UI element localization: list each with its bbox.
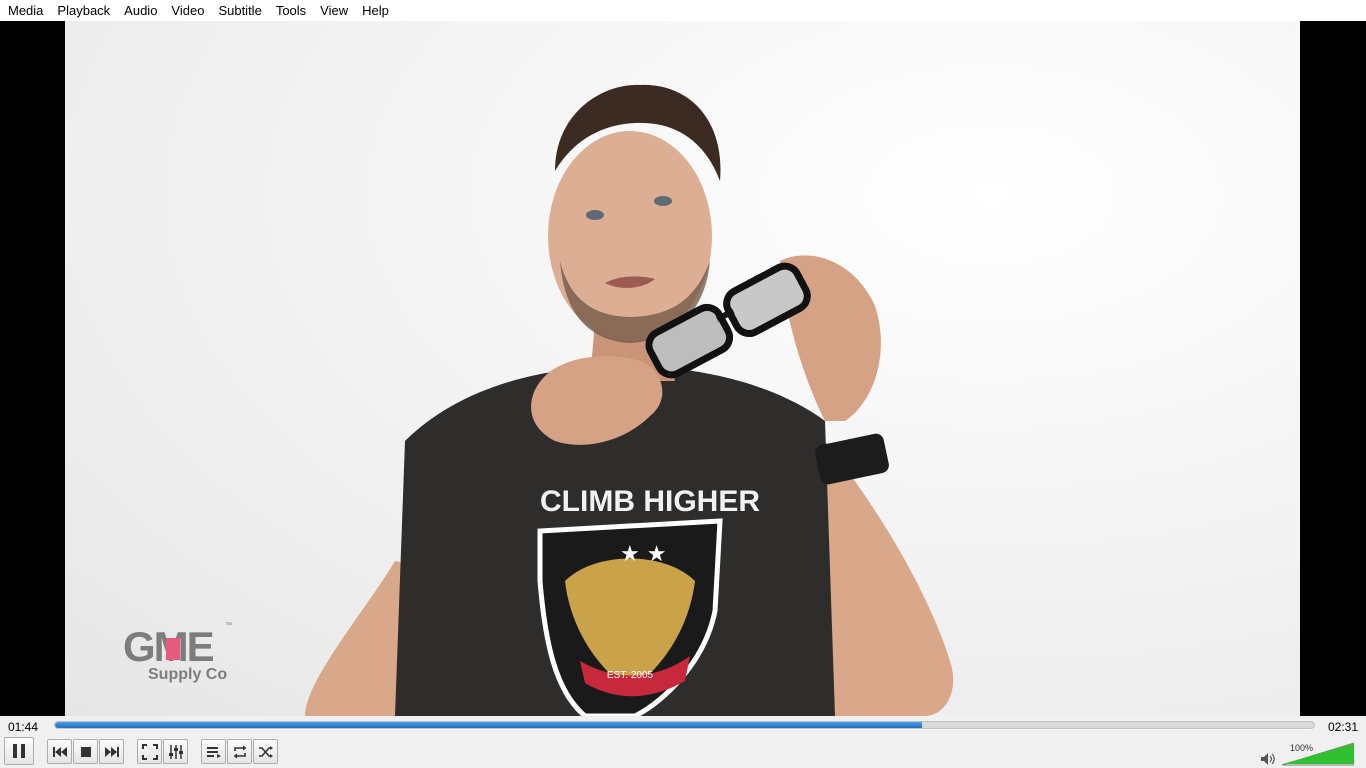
menu-view[interactable]: View [313,0,355,21]
fullscreen-icon [141,743,158,760]
logo-accent [166,638,180,660]
volume-control: 100% [1260,742,1360,766]
shirt-badge-text: EST. 2005 [607,670,654,681]
right-eye [654,196,672,206]
control-bar [0,736,1366,768]
menu-subtitle[interactable]: Subtitle [211,0,268,21]
left-eye [586,210,604,220]
logo-sub-text: Supply Co [148,666,227,683]
pause-icon [13,744,25,758]
video-frame: EST. 2005 CLIMB HIGHER ★ ★ Supply Co ™ [65,21,1300,716]
speaker-icon[interactable] [1260,752,1276,766]
seek-slider[interactable] [54,721,1315,729]
video-viewport[interactable]: EST. 2005 CLIMB HIGHER ★ ★ Supply Co ™ [0,21,1366,716]
next-button[interactable] [99,739,124,764]
fullscreen-button[interactable] [137,739,162,764]
menu-help[interactable]: Help [355,0,396,21]
shirt-text: CLIMB HIGHER [540,485,760,518]
extended-settings-icon [168,744,183,759]
menu-audio[interactable]: Audio [117,0,164,21]
seek-row: 01:44 02:31 [0,716,1366,736]
menu-bar: Media Playback Audio Video Subtitle Tool… [0,0,1366,21]
channel-logo: GME Supply Co ™ [123,622,232,683]
right-arm [825,441,954,716]
menu-video[interactable]: Video [164,0,211,21]
extended-settings-button[interactable] [163,739,188,764]
seek-progress-fill [55,722,923,728]
video-content: EST. 2005 CLIMB HIGHER ★ ★ Supply Co ™ [123,84,954,716]
shuffle-icon [258,745,273,758]
menu-playback[interactable]: Playback [50,0,117,21]
playlist-icon [206,746,221,758]
next-icon [104,746,119,757]
logo-trademark: ™ [225,622,232,629]
menu-media[interactable]: Media [1,0,50,21]
playlist-button[interactable] [201,739,226,764]
loop-button[interactable] [227,739,252,764]
stop-icon [80,746,91,757]
pause-button[interactable] [4,737,34,765]
volume-slider[interactable] [1282,742,1354,766]
loop-icon [233,745,246,758]
menu-tools[interactable]: Tools [269,0,313,21]
stop-button[interactable] [73,739,98,764]
total-time[interactable]: 02:31 [1328,720,1358,734]
elapsed-time: 01:44 [8,720,39,734]
shirt-stars: ★ ★ [620,542,666,567]
previous-button[interactable] [47,739,72,764]
previous-icon [52,746,67,757]
shuffle-button[interactable] [253,739,278,764]
